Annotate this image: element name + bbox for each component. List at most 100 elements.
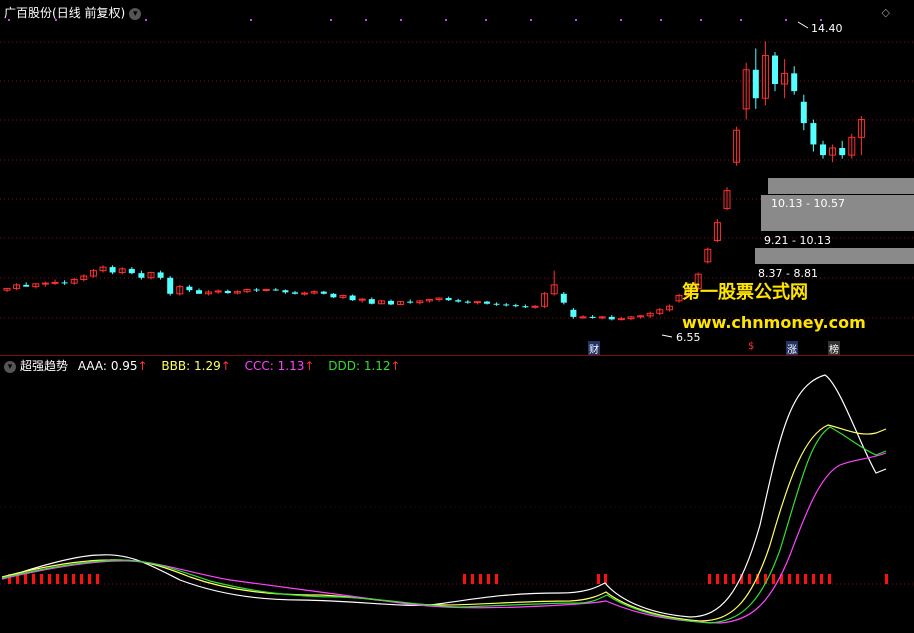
event-tag-finance[interactable]: 财 — [588, 341, 600, 356]
aaa-line — [1, 374, 887, 618]
signal-bar — [471, 574, 474, 584]
signal-bar — [708, 574, 711, 584]
ccc-line — [1, 452, 887, 624]
signal-bar — [812, 574, 815, 584]
price-zone-label-1: 10.13 - 10.57 — [771, 197, 845, 210]
top-marker-dot — [445, 19, 447, 21]
candle-body — [445, 298, 452, 301]
ccc-arrow: ↑ — [304, 359, 315, 373]
candle-body — [109, 267, 116, 273]
period-label: (日线 前复权) — [52, 6, 126, 20]
signal-bar — [716, 574, 719, 584]
signal-bar — [820, 574, 823, 584]
top-marker-dot — [400, 19, 402, 21]
signal-bar — [24, 574, 27, 584]
candle-body — [820, 144, 826, 156]
bbb-value: 1.29 — [194, 359, 221, 373]
aaa-value: 0.95 — [110, 359, 138, 373]
candle-body — [493, 303, 500, 305]
event-tag-ranking[interactable]: 榜 — [828, 341, 840, 356]
ddd-value: 1.12 — [363, 359, 391, 373]
candle-body — [301, 292, 309, 295]
signal-bar — [604, 574, 607, 584]
watermark-title: 第一股票公式网 — [682, 282, 808, 303]
candle-body — [368, 299, 375, 304]
candle-body — [407, 301, 414, 303]
indicator-dropdown-icon[interactable]: ▾ — [4, 360, 16, 373]
top-marker-dot — [820, 19, 822, 21]
bbb-line — [1, 424, 887, 622]
candle-body — [752, 69, 759, 99]
signal-bar — [64, 574, 67, 584]
candle-body — [522, 306, 529, 308]
price-zone-label-2: 9.21 - 10.13 — [764, 234, 831, 247]
candle-body — [349, 295, 356, 301]
ddd-label: DDD: — [328, 359, 360, 373]
candle-body — [282, 290, 289, 293]
event-tag-limit-up[interactable]: 涨 — [786, 341, 798, 356]
ddd-line — [1, 426, 887, 624]
candle-body — [839, 148, 846, 156]
indicator-header: ▾ 超强趋势 AAA: 0.95↑ BBB: 1.29↑ CCC: 1.13↑ D… — [4, 357, 401, 374]
ccc-value: 1.13 — [277, 359, 305, 373]
price-chart-header: 广百股份(日线 前复权) ▾ — [4, 4, 142, 21]
candle-body — [253, 289, 260, 291]
candle-body — [617, 318, 625, 321]
signal-bar — [772, 574, 775, 584]
signal-bar — [88, 574, 91, 584]
price-chart-panel[interactable]: 广百股份(日线 前复权) ▾ ◇ 14.40 6.55 10.13 - 10.57… — [0, 0, 914, 356]
indicator-values: AAA: 0.95↑ BBB: 1.29↑ CCC: 1.13↑ DDD: 1.… — [72, 359, 401, 373]
candle-body — [810, 123, 817, 145]
bbb-label: BBB: — [161, 359, 191, 373]
signal-bar — [32, 574, 35, 584]
indicator-panel[interactable]: ▾ 超强趋势 AAA: 0.95↑ BBB: 1.29↑ CCC: 1.13↑ D… — [0, 355, 914, 633]
candle-body — [608, 316, 615, 320]
candle-body — [128, 268, 135, 274]
signal-bar — [597, 574, 600, 584]
signal-bar — [796, 574, 799, 584]
low-pointer — [661, 334, 673, 338]
candle-body — [484, 301, 490, 304]
top-marker-dot — [530, 19, 532, 21]
ccc-label: CCC: — [244, 359, 274, 373]
candle-body — [51, 281, 59, 284]
candle-body — [570, 309, 577, 317]
candle-body — [455, 300, 462, 302]
candle-body — [272, 289, 279, 291]
event-tag-dollar[interactable]: $ — [747, 341, 755, 352]
indicator-chart[interactable] — [0, 355, 914, 633]
candle-body — [167, 277, 174, 294]
top-marker-dot — [700, 19, 702, 21]
high-pointer — [797, 21, 809, 29]
candle-body — [512, 305, 519, 307]
signal-bar — [48, 574, 51, 584]
candle-body — [503, 304, 510, 306]
top-marker-dot — [575, 19, 577, 21]
top-marker-dot — [365, 19, 367, 21]
signal-bar — [463, 574, 466, 584]
panel-settings-icon[interactable]: ◇ — [882, 6, 890, 19]
indicator-name: 超强趋势 — [20, 359, 69, 373]
candle-body — [589, 316, 596, 318]
signal-bar — [56, 574, 59, 584]
signal-bar — [788, 574, 791, 584]
top-marker-dot — [330, 19, 332, 21]
candle-body — [464, 301, 471, 303]
signal-bar — [804, 574, 807, 584]
top-marker-dot — [660, 19, 662, 21]
candle-body — [579, 316, 587, 319]
low-price-label: 6.55 — [676, 331, 701, 344]
candle-body — [186, 286, 193, 291]
candle-body — [41, 282, 49, 285]
candle-body — [262, 289, 270, 292]
bbb-arrow: ↑ — [220, 359, 231, 373]
top-marker-dot — [250, 19, 252, 21]
signal-bar — [828, 574, 831, 584]
period-dropdown-icon[interactable]: ▾ — [129, 7, 142, 20]
signal-bar — [96, 574, 99, 584]
ddd-arrow: ↑ — [390, 359, 401, 373]
price-zone-bar — [755, 248, 914, 264]
candle-body — [23, 284, 30, 287]
candle-body — [157, 272, 164, 278]
candle-body — [196, 290, 202, 294]
